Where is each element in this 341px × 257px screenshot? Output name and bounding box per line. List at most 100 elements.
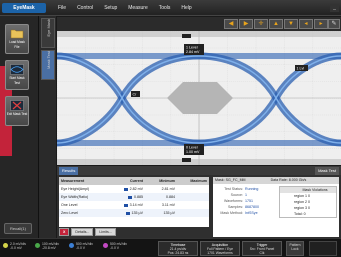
channel-2-scale: 100 mV/div -20.8 mV [42, 242, 59, 250]
marker-one-level-value: 2.84 mV [186, 50, 200, 54]
cell-maximum [177, 209, 209, 217]
channel-1-chip[interactable]: 2.0 mV/div -0.0 mV [3, 242, 33, 255]
app-logo[interactable]: EyeMask [2, 3, 46, 13]
data-rate: Data Rate: 8.000 Gb/s [270, 178, 307, 182]
logo-badge [309, 241, 337, 256]
arrow-down-icon[interactable]: ▼ [284, 19, 298, 29]
eye-mask-icon [10, 64, 24, 75]
marker-zero-level-value: 1.00 mV [186, 150, 200, 154]
channel-1-dot [3, 243, 8, 248]
cell-current: 135 µV [113, 209, 145, 217]
series-swatch [128, 195, 132, 199]
menu-help[interactable]: Help [181, 0, 191, 16]
trigger-box[interactable]: Trigger Src: Front Panel Clk [242, 241, 282, 256]
cell-current: 2.82 mV [113, 185, 145, 193]
menu-tools[interactable]: Tools [159, 0, 171, 16]
menu-file[interactable]: File [58, 0, 66, 16]
cell-maximum [177, 185, 209, 193]
tab-mask-test[interactable]: Mask Test [41, 50, 55, 80]
channel-2-dot [35, 243, 40, 248]
results-tab-strip: Results Mask Test [57, 166, 341, 175]
channel-1-scale: 2.0 mV/div -0.0 mV [10, 242, 27, 250]
minimize-button[interactable]: _ [330, 4, 339, 12]
cell-current: 0.885 [113, 193, 145, 201]
marker-crossing-left: Cr [131, 91, 140, 97]
main-menu: File Control Setup Measure Tools Help [58, 0, 203, 16]
cell-measurement: Eye Height(Ampl) [61, 187, 90, 191]
tab-results[interactable]: Results [59, 167, 79, 175]
mask-bottom-region [57, 159, 341, 165]
cell-current: 3.14 mV [113, 201, 145, 209]
vertical-tab-strip: Eye Mask Mask Test [38, 16, 56, 238]
table-row[interactable]: Eye Width(Ratio) 0.885 0.884 [59, 193, 209, 201]
exit-mask-label: Exit Mask Test [6, 112, 28, 116]
table-row[interactable]: Zero Level 135 µV 135 µV [59, 209, 209, 217]
col-current: Current [130, 179, 143, 183]
channel-3-chip[interactable]: 500 mV/div -0.0 V [69, 242, 99, 255]
channel-4-chip[interactable]: 500 mV/div -0.0 V [103, 242, 133, 255]
menu-bar: EyeMask File Control Setup Measure Tools… [0, 0, 341, 16]
marker-one-right: 1 Lvl [295, 65, 308, 71]
results-buttons: X Details... Limits... [59, 228, 209, 237]
cell-measurement: One Level [61, 203, 78, 207]
col-maximum: Maximum [190, 179, 207, 183]
crosshair-icon[interactable]: ✛ [254, 19, 268, 29]
mask-violations-table: Mask Violations region 1 0 region 2 0 re… [279, 186, 337, 218]
start-mask-label: Start Mask [9, 76, 25, 80]
samples-value: 8687800 [245, 205, 259, 209]
channel-2-chip[interactable]: 100 mV/div -20.8 mV [35, 242, 65, 255]
marker-one-right-label: 1 Lvl [297, 67, 305, 71]
acquisition-box[interactable]: Acquisition Full Pattern / Eye 1701 Wavef… [200, 241, 240, 256]
marker-one-level-label: 1 Level [186, 46, 198, 50]
tab-eye-mask[interactable]: Eye Mask [41, 18, 55, 48]
arrow-right-icon[interactable]: ▶ [239, 19, 253, 29]
cell-measurement: Eye Width(Ratio) [61, 195, 89, 199]
series-swatch [123, 187, 128, 191]
folder-icon [10, 29, 24, 39]
channel-4-scale: 500 mV/div -0.0 V [110, 242, 127, 250]
load-mask-label: Load Mask [9, 40, 25, 44]
menu-setup[interactable]: Setup [104, 0, 117, 16]
arrow-left-icon[interactable]: ◀ [224, 19, 238, 29]
tab-mask-test-right[interactable]: Mask Test [315, 167, 339, 175]
exit-mask-test-button[interactable]: Exit Mask Test [5, 96, 29, 126]
load-mask-label-2: File [14, 45, 20, 49]
timebase-box[interactable]: Timebase 21.4 ps/div Pos: 24.83 ns [158, 241, 198, 256]
arrow-left-small-icon[interactable]: ◂ [299, 19, 313, 29]
mask-test-panel: Mask: SG_FC_MM Data Rate: 8.000 Gb/s Tes… [213, 177, 339, 237]
cell-minimum: 2.81 mV [161, 187, 175, 191]
start-mask-test-button[interactable]: Start Mask Test [5, 60, 29, 90]
channel-3-scale: 500 mV/div -0.0 V [76, 242, 93, 250]
load-mask-button[interactable]: Load Mask File [5, 24, 29, 54]
menu-control[interactable]: Control [77, 0, 93, 16]
cell-measurement: Zero Level [61, 211, 78, 215]
marker-zero-level-label: 0 Level [186, 146, 198, 150]
limits-button[interactable]: Limits... [95, 228, 116, 236]
plot-toolbar: ◀ ▶ ✛ ▲ ▼ ◂ ▸ ✎ [57, 17, 341, 31]
mask-test-stats: Test Status: Running Source: 1 Waveforms: 1… [220, 187, 259, 215]
details-button[interactable]: Details... [71, 228, 94, 236]
cell-minimum: 135 µV [163, 211, 175, 215]
col-measurement: Measurement [61, 179, 85, 183]
cell-maximum [177, 193, 209, 201]
channel-4-dot [103, 243, 108, 248]
recall-button[interactable]: Recall(1) [4, 223, 32, 234]
exit-mask-icon [10, 100, 24, 111]
cell-minimum: 0.884 [166, 195, 175, 199]
mask-top-region [57, 31, 341, 37]
marker-zero-level-bottom: 0 Level 1.00 mV [184, 144, 204, 155]
arrow-up-icon[interactable]: ▲ [269, 19, 283, 29]
status-bar: 2.0 mV/div -0.0 mV 100 mV/div -20.8 mV 500… [0, 238, 341, 257]
arrow-right-small-icon[interactable]: ▸ [314, 19, 328, 29]
eye-diagram: 1 Level 2.84 mV 0 Level 1.00 mV Cr 1 Lvl [57, 31, 341, 165]
table-row[interactable]: Eye Height(Ampl) 2.82 mV 2.81 mV [59, 185, 209, 193]
pattern-lock-button[interactable]: Pattern Lock [286, 241, 304, 256]
results-pane: Results Mask Test Measurement Current Mi… [57, 166, 341, 238]
wrench-icon[interactable]: ✎ [328, 19, 340, 29]
region-total: Total: 0 [294, 212, 306, 216]
table-row[interactable]: One Level 3.14 mV 3.11 mV [59, 201, 209, 209]
channel-3-dot [69, 243, 74, 248]
left-toolbar: Load Mask File Start Mask Test Exit Mask… [0, 16, 38, 238]
clear-results-button[interactable]: X [59, 228, 70, 236]
menu-measure[interactable]: Measure [128, 0, 147, 16]
